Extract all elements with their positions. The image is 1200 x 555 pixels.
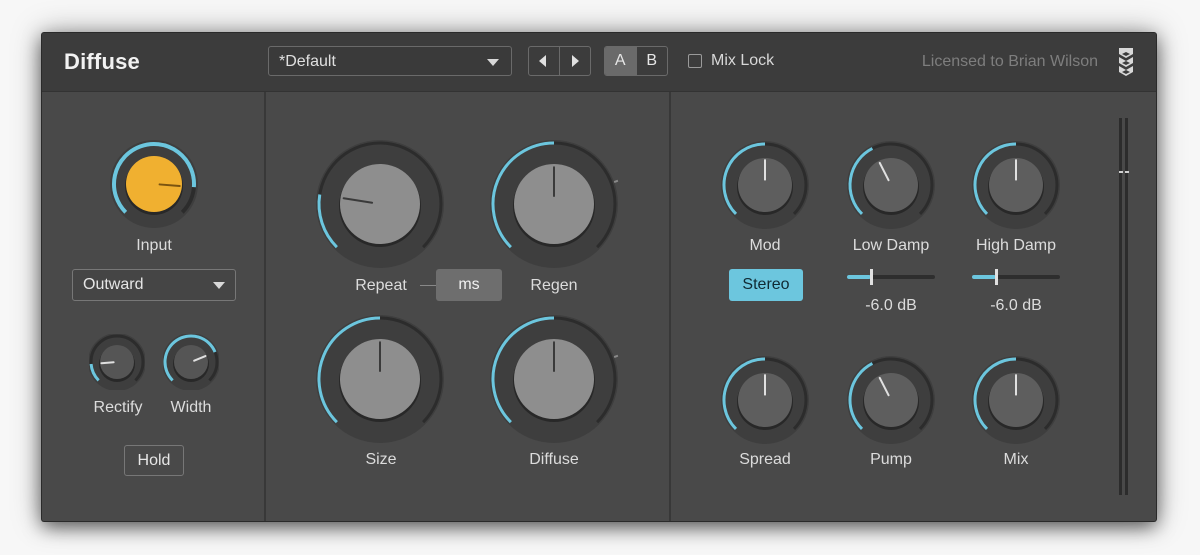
- regen-knob[interactable]: [488, 138, 620, 270]
- input-knob[interactable]: [110, 140, 198, 228]
- width-knob-body: [174, 345, 208, 379]
- low-damp-label: Low Damp: [852, 237, 930, 254]
- diffuse-knob-tick-mark: [613, 354, 619, 359]
- low-damp-slider-fill: [847, 275, 871, 279]
- high-damp-knob[interactable]: [972, 141, 1060, 229]
- high-damp-slider-thumb[interactable]: [994, 269, 998, 285]
- low-damp-knob-body: [864, 158, 918, 212]
- spread-label: Spread: [739, 451, 791, 468]
- hold-button[interactable]: Hold: [124, 445, 184, 476]
- width-label: Width: [170, 399, 212, 416]
- low-damp-slider-thumb[interactable]: [869, 269, 873, 285]
- mix-lock-label: Mix Lock: [711, 52, 775, 69]
- repeat-ms-connector: [420, 285, 436, 286]
- rectify-label: Rectify: [93, 399, 143, 416]
- previous-preset-button[interactable]: [529, 47, 559, 75]
- input-knob-body: [126, 156, 182, 212]
- diffuse-label: Diffuse: [529, 451, 579, 468]
- plugin-window: Diffuse *Default A B Mix Lock Licensed t…: [42, 33, 1156, 521]
- mix-lock-toggle[interactable]: Mix Lock: [688, 50, 774, 72]
- section-divider-left: [264, 92, 266, 521]
- top-bar: Diffuse *Default A B Mix Lock Licensed t…: [42, 33, 1156, 92]
- chevron-down-icon: [213, 282, 225, 289]
- brand-logo-icon: [1119, 48, 1133, 76]
- mod-knob[interactable]: [721, 141, 809, 229]
- pump-knob[interactable]: [847, 356, 935, 444]
- arrow-right-icon: [572, 55, 579, 67]
- direction-dropdown[interactable]: Outward: [72, 269, 236, 301]
- mix-lock-checkbox[interactable]: [688, 54, 702, 68]
- repeat-label: Repeat: [355, 277, 407, 294]
- stereo-toggle-button[interactable]: Stereo: [729, 269, 803, 301]
- preset-name: *Default: [279, 53, 336, 70]
- mix-knob[interactable]: [972, 356, 1060, 444]
- size-knob[interactable]: [314, 313, 446, 445]
- pump-knob-body: [864, 373, 918, 427]
- a-button[interactable]: A: [605, 47, 636, 75]
- size-label: Size: [365, 451, 397, 468]
- low-damp-slider[interactable]: [847, 269, 935, 285]
- plugin-title: Diffuse: [64, 49, 140, 74]
- rectify-knob-pointer: [100, 361, 115, 365]
- b-button[interactable]: B: [635, 47, 668, 75]
- direction-value: Outward: [83, 276, 144, 293]
- low-damp-value: -6.0 dB: [865, 297, 917, 314]
- high-damp-slider[interactable]: [972, 269, 1060, 285]
- repeat-knob-body: [340, 164, 420, 244]
- output-meter-left: [1119, 118, 1122, 495]
- section-divider-right: [669, 92, 671, 521]
- preset-nav: [528, 46, 591, 76]
- low-damp-knob[interactable]: [847, 141, 935, 229]
- high-damp-value: -6.0 dB: [990, 297, 1042, 314]
- license-text: Licensed to Brian Wilson: [921, 53, 1098, 70]
- high-damp-slider-fill: [972, 275, 996, 279]
- preset-dropdown[interactable]: *Default: [268, 46, 512, 76]
- output-meter-peak-right: [1125, 171, 1129, 173]
- next-preset-button[interactable]: [559, 47, 590, 75]
- repeat-knob[interactable]: [314, 138, 446, 270]
- mod-label: Mod: [749, 237, 781, 254]
- input-label: Input: [136, 237, 172, 254]
- high-damp-label: High Damp: [975, 237, 1057, 254]
- regen-label: Regen: [530, 277, 578, 294]
- output-meter-right: [1125, 118, 1128, 495]
- chevron-down-icon: [487, 59, 499, 66]
- rectify-knob[interactable]: [89, 334, 145, 390]
- ms-toggle-button[interactable]: ms: [436, 269, 502, 301]
- spread-knob[interactable]: [721, 356, 809, 444]
- mix-label: Mix: [1003, 451, 1029, 468]
- output-meter-peak-left: [1119, 171, 1123, 173]
- pump-label: Pump: [870, 451, 912, 468]
- regen-knob-tick-mark: [613, 179, 619, 184]
- width-knob[interactable]: [163, 334, 219, 390]
- diffuse-knob[interactable]: [488, 313, 620, 445]
- arrow-left-icon: [539, 55, 546, 67]
- output-meter: [1119, 118, 1129, 495]
- ab-compare: A B: [604, 46, 668, 76]
